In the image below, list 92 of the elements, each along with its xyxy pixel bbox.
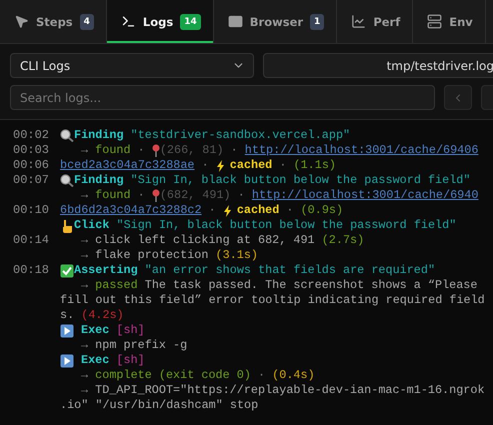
log-text: click left clicking at 682, 491 xyxy=(94,233,316,248)
cache-link[interactable]: http://localhost:3001/cache/6940 xyxy=(252,188,478,203)
arrow-text: → xyxy=(81,368,88,383)
separator-text: · xyxy=(285,203,294,218)
log-text: flake protection xyxy=(94,248,210,263)
pin-icon xyxy=(152,144,160,157)
count-badge: 4 xyxy=(80,14,94,30)
tab[interactable]: Env xyxy=(413,0,486,43)
cursor-icon xyxy=(14,14,29,29)
tab-label: Perf xyxy=(373,14,400,28)
arrow-text: → xyxy=(81,188,88,203)
arrow-text: → xyxy=(81,383,88,398)
step-target: "Sign In, black button below the password field" xyxy=(130,173,470,188)
cache-link[interactable]: http://localhost:3001/cache/69406 xyxy=(244,143,478,158)
separator-text: · xyxy=(257,368,266,383)
tab[interactable]: Browser 1 xyxy=(214,0,338,43)
duration-text: (3.1s) xyxy=(216,248,258,263)
lightning-icon xyxy=(216,160,225,172)
separator-text: · xyxy=(200,158,210,173)
status-text: complete (exit code 0) xyxy=(94,368,251,383)
arrow-text: → xyxy=(81,278,88,293)
separator-text: · xyxy=(236,188,246,203)
cache-link[interactable]: 6bd6d2a3c04a7c3288c2 xyxy=(60,203,202,218)
timestamp: 00:14 xyxy=(12,233,50,248)
step-target: "an error shows that fields are required" xyxy=(144,263,436,278)
coordinates-text: (266, 81) xyxy=(160,143,224,158)
shell-tag: [sh] xyxy=(109,353,145,368)
tab-label: Logs xyxy=(142,14,174,28)
tab[interactable]: Perf xyxy=(337,0,414,43)
step-keyword: Asserting xyxy=(74,263,138,278)
arrow-text: → xyxy=(81,338,88,353)
timestamp: 00:02 xyxy=(12,128,50,143)
count-badge: 14 xyxy=(180,14,201,30)
separator-text: · xyxy=(208,203,217,218)
shell-tag: [sh] xyxy=(109,323,145,338)
log-text: .io" "/usr/bin/dashcam" stop xyxy=(60,398,258,413)
duration-text: (0.4s) xyxy=(272,368,315,383)
separator-text: · xyxy=(230,143,239,158)
tab[interactable]: Steps 4 xyxy=(0,0,107,43)
separator-text: · xyxy=(278,158,288,173)
check-icon xyxy=(60,264,74,278)
line-chart-icon xyxy=(351,14,366,29)
terminal-icon xyxy=(120,14,136,29)
duration-text: (1.1s) xyxy=(294,158,336,173)
log-text: The task passed. The screenshot shows a “Please xyxy=(144,278,478,293)
arrow-text: → xyxy=(81,248,88,263)
tab-label: Steps xyxy=(36,14,73,28)
search-field[interactable]: Search logs... xyxy=(10,85,435,110)
lightning-icon xyxy=(222,204,232,216)
step-keyword: Finding xyxy=(74,128,124,143)
status-text: found xyxy=(94,188,131,203)
timestamp: 00:06 xyxy=(12,158,50,173)
cached-label: cached xyxy=(230,158,272,173)
duration-text: (4.2s) xyxy=(81,308,124,323)
log-source-select[interactable]: CLI Logs xyxy=(10,53,254,78)
log-text: s. xyxy=(60,308,76,323)
duration-text: (2.7s) xyxy=(322,233,364,248)
timestamp: 00:10 xyxy=(12,203,50,218)
window-icon xyxy=(228,14,243,29)
pointing-hand-icon xyxy=(60,218,74,232)
status-text: found xyxy=(94,143,131,158)
magnifier-icon xyxy=(60,129,74,142)
cache-link[interactable]: bced2a3c04a7c3288ae xyxy=(60,158,195,173)
tab-label: Browser xyxy=(250,14,304,28)
arrow-text: → xyxy=(81,233,88,248)
tab[interactable]: Logs 14 xyxy=(106,0,214,43)
log-text: npm prefix -g xyxy=(94,338,188,353)
step-keyword: Click xyxy=(74,218,110,233)
separator-text: · xyxy=(136,143,146,158)
coordinates-text: (682, 491) xyxy=(160,188,231,203)
file-path-field[interactable]: tmp/testdriver.log xyxy=(263,53,493,78)
step-target: "Sign In, black button below the password field" xyxy=(115,218,456,233)
arrow-text: → xyxy=(81,143,88,158)
log-text: fill out this field” error tooltip indicating required field xyxy=(60,293,485,308)
step-keyword: Exec xyxy=(81,323,110,338)
status-text: passed xyxy=(94,278,138,293)
tab-label: Env xyxy=(449,14,473,28)
timestamp: 00:07 xyxy=(12,173,50,188)
log-text: TD_API_ROOT="https://replayable-dev-ian-mac-m1-16.ngrok xyxy=(94,383,485,398)
magnifier-icon xyxy=(60,174,74,187)
step-keyword: Exec xyxy=(81,353,110,368)
duration-text: (0.9s) xyxy=(300,203,344,218)
pin-icon xyxy=(152,189,160,202)
separator-text: · xyxy=(136,188,146,203)
count-badge: 1 xyxy=(310,14,324,30)
step-target: "testdriver-sandbox.vercel.app" xyxy=(130,128,350,143)
timestamp: 00:03 xyxy=(12,143,50,158)
step-keyword: Finding xyxy=(74,173,124,188)
server-icon xyxy=(427,14,442,29)
timestamp: 00:18 xyxy=(12,263,50,278)
previous-button[interactable] xyxy=(444,85,472,110)
cached-label: cached xyxy=(236,203,280,218)
